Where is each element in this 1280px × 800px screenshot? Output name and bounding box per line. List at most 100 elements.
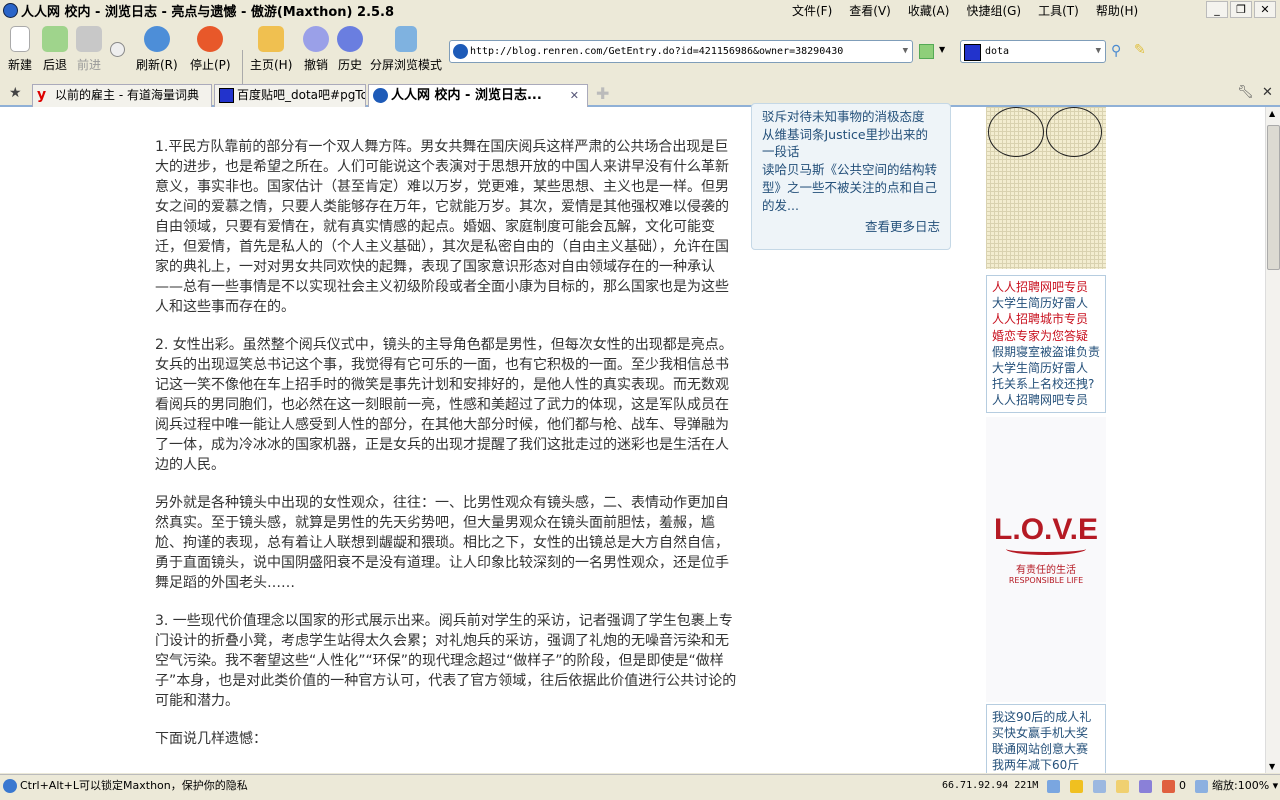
blog-article: 1.平民方队靠前的部分有一个双人舞方阵。男女共舞在国庆阅兵这样严肃的公共场合出现…: [155, 137, 737, 749]
ad-hunter-icon[interactable]: [1162, 780, 1175, 793]
chevron-down-icon[interactable]: ▼: [1096, 41, 1101, 62]
go-button[interactable]: [919, 44, 934, 59]
tab-renren[interactable]: 人人网 校内 - 浏览日志... ✕: [368, 84, 588, 107]
menu-favorites[interactable]: 收藏(A): [908, 2, 950, 19]
forward-arrow-icon: [76, 26, 102, 52]
chevron-down-icon: [110, 42, 125, 57]
zoom-control[interactable]: 缩放:100% ▾: [1212, 775, 1278, 797]
search-input[interactable]: dota ▼: [960, 40, 1106, 63]
clock-icon: [337, 26, 363, 52]
refresh-icon: [143, 26, 170, 52]
ad-link[interactable]: 托关系上名校还拽?: [992, 376, 1100, 392]
lightning-icon[interactable]: [1070, 780, 1083, 793]
back-arrow-icon: [42, 26, 68, 52]
paragraph: 2. 女性出彩。虽然整个阅兵仪式中，镜头的主导角色都是男性，但每次女性的出现都是…: [155, 337, 733, 473]
go-dropdown-icon[interactable]: ▼: [939, 45, 945, 54]
history-button[interactable]: 历史: [337, 26, 363, 73]
ad-link[interactable]: 人人招聘城市专员: [992, 311, 1100, 327]
ad-links: 人人招聘网吧专员 大学生简历好雷人 人人招聘城市专员 婚恋专家为您答疑 假期寝室…: [986, 275, 1106, 413]
paragraph: 下面说几样遗憾：: [155, 731, 267, 747]
close-button[interactable]: ✕: [1254, 1, 1276, 18]
page-content: 1.平民方队靠前的部分有一个双人舞方阵。男女共舞在国庆阅兵这样严肃的公共场合出现…: [0, 103, 1265, 773]
ad-links-2: 我这90后的成人礼 买快女赢手机大奖 联通网站创意大赛 我两年减下60斤: [986, 704, 1106, 773]
close-all-icon[interactable]: ✕: [1262, 85, 1273, 100]
ad-link[interactable]: 联通网站创意大赛: [992, 741, 1100, 757]
download-icon[interactable]: [1047, 780, 1060, 793]
new-button[interactable]: 新建: [8, 26, 32, 73]
renren-icon: [373, 88, 388, 103]
ad-link[interactable]: 婚恋专家为您答疑: [992, 328, 1100, 344]
ad-link[interactable]: 人人招聘网吧专员: [992, 279, 1100, 295]
entry-link[interactable]: 驳斥对待未知事物的消极态度: [762, 108, 940, 126]
love-banner-ad[interactable]: L.O.V.E 有责任的生活 RESPONSIBLE LIFE: [986, 417, 1106, 702]
info-icon: [3, 779, 17, 793]
undo-button[interactable]: 撤销: [303, 26, 329, 73]
clear-icon[interactable]: ✎: [1134, 42, 1146, 58]
maxthon-icon: [3, 2, 18, 18]
ad-link[interactable]: 假期寝室被盗谁负责: [992, 344, 1100, 360]
menu-tools[interactable]: 工具(T): [1038, 2, 1079, 19]
search-icon[interactable]: ⚲: [1111, 43, 1121, 59]
ad-link[interactable]: 大学生简历好雷人: [992, 360, 1100, 376]
menu-file[interactable]: 文件(F): [792, 2, 832, 19]
filter-icon[interactable]: [1139, 780, 1152, 793]
entry-link[interactable]: 读哈贝马斯《公共空间的结构转型》之一些不被关注的点和自己的发...: [762, 161, 940, 214]
paragraph: 另外就是各种镜头中出现的女性观众，往往：一、比男性观众有镜头感，二、表情动作更加…: [155, 495, 729, 591]
menu-groups[interactable]: 快捷组(G): [966, 2, 1021, 19]
notes-icon[interactable]: [1116, 780, 1129, 793]
entry-link[interactable]: 从维基词条Justice里抄出来的一段话: [762, 126, 940, 161]
window-title: 人人网 校内 - 浏览日志 - 亮点与遗憾 - 傲游(Maxthon) 2.5.…: [21, 4, 395, 20]
new-page-icon: [10, 26, 30, 52]
new-tab-icon[interactable]: ✚: [596, 84, 609, 103]
tab-bar: ★ y 以前的雇主 - 有道海量词典 百度贴吧_dota吧#pgTop 人人网 校…: [0, 82, 1280, 107]
ad-link[interactable]: 大学生简历好雷人: [992, 295, 1100, 311]
baidu-paw-icon: [219, 88, 234, 103]
chevron-down-icon[interactable]: ▼: [903, 41, 908, 62]
wrench-icon[interactable]: 🔧︎: [1237, 85, 1254, 100]
paragraph: 3. 一些现代价值理念以国家的形式展示出来。阅兵前对学生的采访，记者强调了学生包…: [155, 613, 737, 709]
menu-bar: 文件(F) 查看(V) 收藏(A) 快捷组(G) 工具(T) 帮助(H): [792, 2, 1138, 19]
forward-button[interactable]: 前进: [76, 26, 102, 73]
home-button[interactable]: 主页(H): [250, 26, 292, 73]
restore-button[interactable]: ❐: [1230, 1, 1252, 18]
love-logo: L.O.V.E: [994, 513, 1098, 546]
close-tab-icon[interactable]: ✕: [570, 85, 579, 106]
recent-entries-box: 驳斥对待未知事物的消极态度 从维基词条Justice里抄出来的一段话 读哈贝马斯…: [751, 103, 951, 250]
grid-paper-image: [986, 107, 1106, 269]
ad-link[interactable]: 买快女赢手机大奖: [992, 725, 1100, 741]
blocked-count: 0: [1179, 779, 1186, 792]
paragraph: 1.平民方队靠前的部分有一个双人舞方阵。男女共舞在国庆阅兵这样严肃的公共场合出现…: [155, 139, 729, 315]
minimize-button[interactable]: _: [1206, 1, 1228, 18]
address-input[interactable]: http://blog.renren.com/GetEntry.do?id=42…: [449, 40, 913, 63]
status-message: Ctrl+Alt+L可以锁定Maxthon，保护你的隐私: [20, 779, 248, 792]
ad-slogan-en: RESPONSIBLE LIFE: [1008, 576, 1084, 585]
scrollbar-thumb[interactable]: [1267, 125, 1280, 270]
split-screen-icon: [395, 26, 417, 52]
home-icon: [258, 26, 285, 52]
ad-link[interactable]: 我两年减下60斤: [992, 757, 1100, 773]
ad-link[interactable]: 人人招聘网吧专员: [992, 392, 1100, 408]
favorites-star-icon[interactable]: ★: [9, 85, 22, 101]
status-bar: Ctrl+Alt+L可以锁定Maxthon，保护你的隐私 66.71.92.94…: [0, 774, 1280, 800]
ad-slogan: 有责任的生活: [1016, 565, 1076, 576]
menu-view[interactable]: 查看(V): [849, 2, 891, 19]
undo-icon: [303, 26, 329, 52]
split-view-button[interactable]: 分屏浏览模式: [370, 26, 442, 73]
youdao-icon: y: [37, 87, 47, 103]
back-button[interactable]: 后退: [42, 26, 68, 73]
vertical-scrollbar[interactable]: ▲ ▼: [1265, 107, 1280, 773]
tab-baidu-tieba[interactable]: 百度贴吧_dota吧#pgTop: [214, 84, 366, 107]
scroll-down-icon[interactable]: ▼: [1269, 762, 1275, 771]
scroll-up-icon[interactable]: ▲: [1269, 109, 1275, 118]
menu-help[interactable]: 帮助(H): [1096, 2, 1138, 19]
popup-blocker-icon[interactable]: [1093, 780, 1106, 793]
more-entries-link[interactable]: 查看更多日志: [762, 218, 940, 236]
refresh-button[interactable]: 刷新(R): [136, 26, 178, 73]
dropdown-button[interactable]: [110, 42, 125, 61]
ad-link[interactable]: 我这90后的成人礼: [992, 709, 1100, 725]
stop-icon: [197, 26, 224, 52]
zoom-icon: [1195, 780, 1208, 793]
tab-youdao[interactable]: y 以前的雇主 - 有道海量词典: [32, 84, 212, 107]
ip-memory-readout: 66.71.92.94 221M: [942, 780, 1039, 791]
stop-button[interactable]: 停止(P): [190, 26, 231, 73]
